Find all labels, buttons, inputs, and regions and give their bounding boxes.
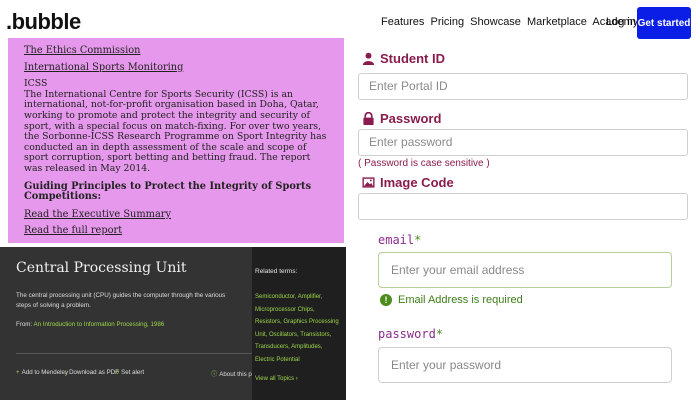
password-input[interactable]: Enter password — [358, 129, 688, 156]
nav-links: Features Pricing Showcase Marketplace Ac… — [381, 16, 641, 28]
cpu-source: From: An Introduction to Information Pro… — [16, 321, 164, 328]
required-mark: * — [414, 233, 422, 247]
full-report-link[interactable]: Read the full report — [24, 226, 328, 237]
bubble-logo[interactable]: .bubble — [6, 9, 81, 35]
user-icon — [362, 52, 375, 65]
divider — [16, 353, 252, 354]
email-error: ! Email Address is required — [380, 294, 523, 306]
email-label-text: email — [378, 233, 415, 247]
nav-link-marketplace[interactable]: Marketplace — [527, 16, 587, 28]
set-alert-label: Set alert — [121, 369, 145, 376]
email-label: email* — [378, 233, 421, 247]
article-panel: The Ethics Commission International Spor… — [8, 38, 344, 243]
article-paragraph: The International Centre for Sports Secu… — [24, 88, 327, 174]
password-label-text: Password — [380, 111, 442, 126]
related-terms-panel: Related terms: Semiconductor, Amplifier,… — [252, 247, 346, 400]
image-code-label: Image Code — [362, 175, 454, 190]
password-note: ( Password is case sensitive ) — [358, 158, 490, 169]
student-id-label-text: Student ID — [380, 51, 445, 66]
info-icon: ⓘ — [211, 371, 218, 378]
download-icon: ↓ — [64, 369, 68, 376]
lock-icon — [363, 112, 374, 125]
add-to-mendeley-label: Add to Mendeley — [21, 369, 69, 376]
password-input-2[interactable]: Enter your password — [378, 347, 672, 383]
sports-monitoring-link[interactable]: International Sports Monitoring — [24, 62, 328, 74]
plus-icon: + — [16, 369, 20, 376]
download-pdf-button[interactable]: ↓ Download as PDF — [64, 369, 119, 376]
image-code-input[interactable] — [358, 193, 688, 220]
add-to-mendeley-button[interactable]: + Add to Mendeley — [16, 369, 68, 376]
cpu-source-prefix: From: — [16, 321, 33, 328]
cpu-title: Central Processing Unit — [16, 260, 187, 276]
email-error-text: Email Address is required — [398, 294, 523, 306]
bell-icon: ◊ — [116, 369, 120, 376]
student-login-form: Student ID Enter Portal ID Password Ente… — [350, 44, 700, 224]
login-link[interactable]: Log in — [606, 16, 636, 28]
password-label-2-text: password — [378, 327, 436, 341]
image-icon — [362, 177, 375, 188]
student-id-input[interactable]: Enter Portal ID — [358, 73, 688, 100]
student-id-label: Student ID — [362, 51, 445, 66]
related-terms-title: Related terms: — [255, 268, 298, 275]
get-started-button[interactable]: Get started — [637, 7, 691, 39]
cpu-source-link[interactable]: An Introduction to Information Processin… — [34, 321, 165, 328]
ethics-commission-link[interactable]: The Ethics Commission — [24, 45, 328, 57]
image-code-label-text: Image Code — [380, 175, 454, 190]
password-label-2: password* — [378, 327, 443, 341]
password-label: Password — [362, 111, 441, 126]
set-alert-button[interactable]: ◊ Set alert — [116, 369, 144, 376]
download-pdf-label: Download as PDF — [69, 369, 119, 376]
nav-link-features[interactable]: Features — [381, 16, 424, 28]
view-all-topics-link[interactable]: View all Topics › — [255, 376, 298, 382]
nav-link-pricing[interactable]: Pricing — [430, 16, 464, 28]
view-all-topics-label: View all Topics — [255, 376, 295, 382]
alert-icon: ! — [380, 294, 392, 306]
article-subheading: Guiding Principles to Protect the Integr… — [24, 180, 312, 203]
executive-summary-link[interactable]: Read the Executive Summary — [24, 209, 328, 221]
required-mark-2: * — [435, 327, 444, 341]
account-login-form: email* Enter your email address ! Email … — [350, 228, 700, 400]
nav-link-showcase[interactable]: Showcase — [470, 16, 521, 28]
email-input[interactable]: Enter your email address — [378, 252, 672, 288]
related-terms-list[interactable]: Semiconductor, Amplifier, Microprocessor… — [255, 291, 343, 366]
cpu-description: The central processing unit (CPU) guides… — [16, 292, 226, 309]
